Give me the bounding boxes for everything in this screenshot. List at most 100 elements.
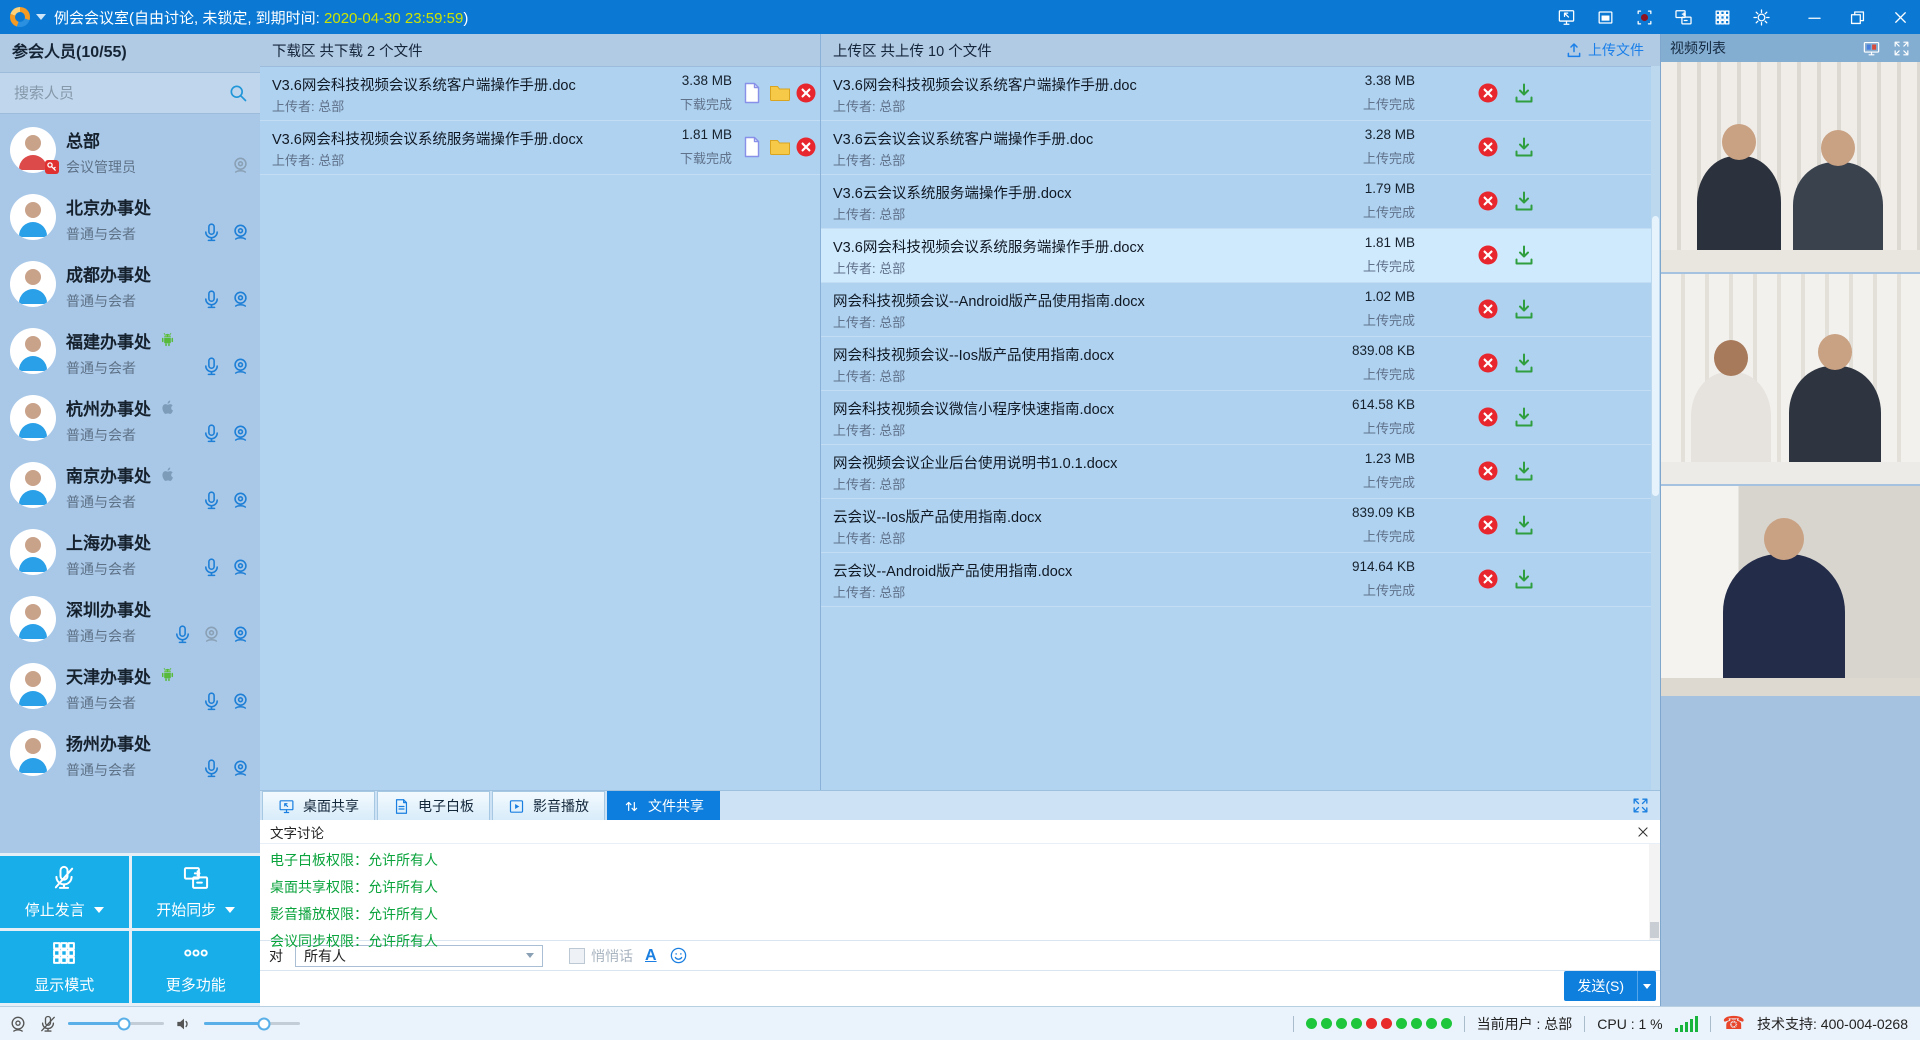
camera-icon[interactable] [230, 691, 251, 712]
app-logo-icon[interactable] [10, 7, 30, 27]
microphone-icon[interactable] [201, 758, 222, 779]
delete-icon[interactable] [1476, 243, 1500, 267]
upload-file-row[interactable]: V3.6网会科技视频会议系统服务端操作手册.docx 上传者: 总部 1.81 … [821, 229, 1660, 283]
camera-icon[interactable] [230, 289, 251, 310]
download-icon[interactable] [1512, 243, 1536, 267]
participant-row[interactable]: 南京办事处 普通与会者 [0, 453, 260, 520]
open-folder-icon[interactable] [768, 135, 792, 159]
close-icon[interactable] [1636, 825, 1650, 839]
upload-file-row[interactable]: V3.6云会议会议系统客户端操作手册.doc 上传者: 总部 3.28 MB 上… [821, 121, 1660, 175]
microphone-muted-icon[interactable] [38, 1014, 58, 1034]
close-icon[interactable] [1891, 8, 1910, 27]
delete-icon[interactable] [794, 81, 818, 105]
send-button-label[interactable]: 发送(S) [1564, 971, 1637, 1001]
upload-file-row[interactable]: 云会议--Ios版产品使用指南.docx 上传者: 总部 839.09 KB 上… [821, 499, 1660, 553]
restore-icon[interactable] [1848, 8, 1867, 27]
webcam-icon[interactable] [8, 1014, 28, 1034]
mic-volume-slider[interactable] [68, 1022, 164, 1025]
tab[interactable]: 影音播放 [492, 791, 605, 820]
camera-disabled-icon[interactable] [201, 624, 222, 645]
scrollbar[interactable] [1649, 844, 1660, 940]
download-icon[interactable] [1512, 567, 1536, 591]
download-icon[interactable] [1512, 189, 1536, 213]
sidebar-action-button[interactable]: 停止发言 [0, 856, 129, 928]
record-icon[interactable] [1635, 8, 1654, 27]
microphone-icon[interactable] [201, 222, 222, 243]
download-icon[interactable] [1512, 351, 1536, 375]
download-file-row[interactable]: V3.6网会科技视频会议系统客户端操作手册.doc 上传者: 总部 3.38 M… [260, 67, 820, 121]
participant-row[interactable]: 成都办事处 普通与会者 [0, 252, 260, 319]
microphone-icon[interactable] [172, 624, 193, 645]
upload-file-row[interactable]: 网会科技视频会议微信小程序快速指南.docx 上传者: 总部 614.58 KB… [821, 391, 1660, 445]
video-thumbnail[interactable] [1661, 486, 1920, 696]
camera-icon[interactable] [230, 222, 251, 243]
expand-icon[interactable] [1892, 39, 1911, 58]
upload-file-row[interactable]: V3.6云会议系统服务端操作手册.docx 上传者: 总部 1.79 MB 上传… [821, 175, 1660, 229]
camera-icon[interactable] [230, 423, 251, 444]
video-thumbnail[interactable] [1661, 62, 1920, 272]
participant-row[interactable]: 深圳办事处 普通与会者 [0, 587, 260, 654]
sync-icon[interactable] [1674, 8, 1693, 27]
participant-row[interactable]: 北京办事处 普通与会者 [0, 185, 260, 252]
download-icon[interactable] [1512, 81, 1536, 105]
microphone-icon[interactable] [201, 691, 222, 712]
slider-thumb[interactable] [117, 1017, 130, 1030]
window-mode-icon[interactable] [1596, 8, 1615, 27]
upload-file-row[interactable]: 云会议--Android版产品使用指南.docx 上传者: 总部 914.64 … [821, 553, 1660, 607]
expand-icon[interactable] [1631, 796, 1650, 815]
send-button[interactable]: 发送(S) [1564, 971, 1656, 1001]
download-icon[interactable] [1512, 459, 1536, 483]
camera-icon[interactable] [230, 758, 251, 779]
sidebar-action-button[interactable]: 更多功能 [132, 931, 261, 1003]
participant-row[interactable]: 总部 会议管理员 [0, 118, 260, 185]
participant-row[interactable]: 福建办事处 普通与会者 [0, 319, 260, 386]
microphone-icon[interactable] [201, 557, 222, 578]
download-icon[interactable] [1512, 297, 1536, 321]
download-file-row[interactable]: V3.6网会科技视频会议系统服务端操作手册.docx 上传者: 总部 1.81 … [260, 121, 820, 175]
speaker-icon[interactable] [174, 1014, 194, 1034]
delete-icon[interactable] [1476, 405, 1500, 429]
participant-row[interactable]: 杭州办事处 普通与会者 [0, 386, 260, 453]
grid-icon[interactable] [1713, 8, 1732, 27]
video-thumbnail[interactable] [1661, 274, 1920, 484]
scrollbar[interactable] [1651, 66, 1660, 790]
speaker-volume-slider[interactable] [204, 1022, 300, 1025]
camera-icon[interactable] [230, 490, 251, 511]
upload-file-row[interactable]: V3.6网会科技视频会议系统客户端操作手册.doc 上传者: 总部 3.38 M… [821, 67, 1660, 121]
participant-row[interactable]: 扬州办事处 普通与会者 [0, 721, 260, 788]
camera-icon[interactable] [230, 356, 251, 377]
delete-icon[interactable] [1476, 135, 1500, 159]
camera-icon[interactable] [230, 557, 251, 578]
upload-file-row[interactable]: 网会视频会议企业后台使用说明书1.0.1.docx 上传者: 总部 1.23 M… [821, 445, 1660, 499]
download-icon[interactable] [1512, 513, 1536, 537]
download-icon[interactable] [1512, 135, 1536, 159]
settings-gear-icon[interactable] [1752, 8, 1771, 27]
search-input[interactable] [12, 84, 228, 103]
delete-icon[interactable] [1476, 567, 1500, 591]
delete-icon[interactable] [1476, 351, 1500, 375]
tab[interactable]: 桌面共享 [262, 791, 375, 820]
sidebar-action-button[interactable]: 开始同步 [132, 856, 261, 928]
scrollbar-thumb[interactable] [1650, 922, 1659, 938]
download-icon[interactable] [1512, 405, 1536, 429]
open-file-icon[interactable] [740, 81, 764, 105]
message-input-area[interactable]: 发送(S) [260, 971, 1660, 1006]
screen-share-icon[interactable] [1557, 8, 1576, 27]
send-options-caret[interactable] [1637, 971, 1656, 1001]
delete-icon[interactable] [1476, 513, 1500, 537]
search-icon[interactable] [228, 83, 248, 103]
delete-icon[interactable] [1476, 81, 1500, 105]
delete-icon[interactable] [794, 135, 818, 159]
participant-row[interactable]: 上海办事处 普通与会者 [0, 520, 260, 587]
microphone-icon[interactable] [201, 490, 222, 511]
participant-row[interactable]: 天津办事处 普通与会者 [0, 654, 260, 721]
microphone-icon[interactable] [201, 423, 222, 444]
tab[interactable]: 文件共享 [607, 791, 720, 820]
delete-icon[interactable] [1476, 189, 1500, 213]
delete-icon[interactable] [1476, 297, 1500, 321]
open-folder-icon[interactable] [768, 81, 792, 105]
minimize-icon[interactable] [1805, 8, 1824, 27]
chevron-down-icon[interactable] [36, 14, 46, 20]
open-file-icon[interactable] [740, 135, 764, 159]
scrollbar-thumb[interactable] [1652, 216, 1659, 496]
